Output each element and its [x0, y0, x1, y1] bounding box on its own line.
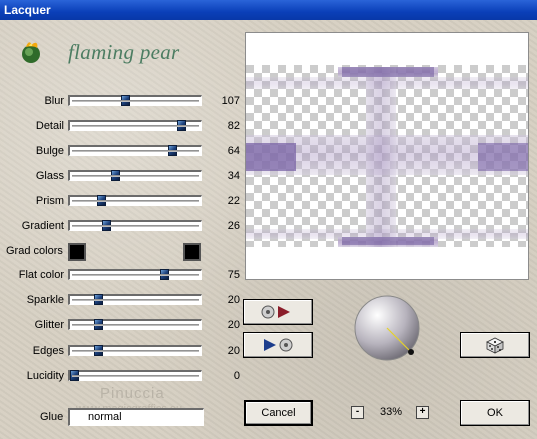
gradient-slider-thumb[interactable]: [101, 220, 111, 231]
brand-name: flaming pear: [68, 40, 180, 64]
randomize-button[interactable]: [460, 332, 530, 358]
prism-slider[interactable]: [68, 195, 202, 206]
arrow-disk-icon: [264, 338, 293, 352]
detail-label: Detail: [35, 120, 64, 132]
glitter-value: 20: [227, 319, 240, 331]
glass-slider[interactable]: [68, 170, 202, 181]
edges-slider[interactable]: [68, 345, 202, 356]
detail-value: 82: [227, 120, 240, 132]
slider-row-sparkle: Sparkle 20: [0, 293, 240, 309]
glass-slider-thumb[interactable]: [111, 170, 121, 181]
gradient-slider[interactable]: [68, 220, 202, 231]
grad-colors-row: Grad colors: [0, 243, 240, 261]
sparkle-label: Sparkle: [26, 294, 64, 306]
zoom-in-button[interactable]: +: [416, 406, 429, 419]
prism-value: 22: [227, 195, 240, 207]
prism-label: Prism: [35, 195, 64, 207]
prism-slider-thumb[interactable]: [96, 195, 106, 206]
edges-slider-thumb[interactable]: [94, 345, 104, 356]
flat-color-slider[interactable]: [68, 269, 202, 280]
gradient-label: Gradient: [21, 220, 64, 232]
glitter-label: Glitter: [34, 319, 64, 331]
cancel-button[interactable]: Cancel: [245, 401, 312, 425]
detail-slider-thumb[interactable]: [177, 120, 187, 131]
bulge-slider[interactable]: [68, 145, 202, 156]
zoom-level: 33%: [380, 406, 403, 418]
slider-row-bulge: Bulge 64: [0, 144, 240, 160]
glitter-slider-thumb[interactable]: [94, 319, 104, 330]
lucidity-slider[interactable]: [68, 370, 202, 381]
sparkle-slider[interactable]: [68, 294, 202, 305]
slider-row-lucidity: Lucidity 0: [0, 369, 240, 385]
glass-value: 34: [227, 170, 240, 182]
glass-label: Glass: [35, 170, 64, 182]
bulge-label: Bulge: [35, 145, 64, 157]
light-direction-trackball[interactable]: [353, 294, 421, 362]
slider-row-gradient: Gradient 26: [0, 219, 240, 235]
detail-slider[interactable]: [68, 120, 202, 131]
sparkle-value: 20: [227, 294, 240, 306]
slider-row-blur: Blur 107: [0, 94, 240, 110]
preview-pane[interactable]: [245, 32, 529, 280]
flat-color-value: 75: [227, 269, 240, 281]
slider-row-flat-color: Flat color 75: [0, 268, 240, 284]
slider-row-glass: Glass 34: [0, 169, 240, 185]
lucidity-label: Lucidity: [26, 370, 64, 382]
bulge-slider-thumb[interactable]: [167, 145, 177, 156]
copy-to-effect-button[interactable]: [243, 299, 313, 325]
slider-row-detail: Detail 82: [0, 119, 240, 135]
watermark-name: Pinuccia: [100, 385, 165, 402]
bulge-value: 64: [227, 145, 240, 157]
blur-value: 107: [221, 95, 240, 107]
glitter-slider[interactable]: [68, 319, 202, 330]
slider-row-glitter: Glitter 20: [0, 318, 240, 334]
ok-button[interactable]: OK: [460, 400, 530, 426]
sparkle-slider-thumb[interactable]: [94, 294, 104, 305]
glue-select[interactable]: normal: [68, 408, 204, 426]
flat-color-slider-thumb[interactable]: [160, 269, 170, 280]
flaming-pear-logo-icon: [18, 38, 46, 66]
dice-icon: [486, 337, 504, 354]
flat-color-label: Flat color: [18, 269, 64, 281]
blur-slider-thumb[interactable]: [121, 95, 131, 106]
lacquer-dialog: Lacquer flaming pear Blur 107 Detail 82 Bulg…: [0, 0, 537, 439]
edges-value: 20: [227, 345, 240, 357]
blur-slider[interactable]: [68, 95, 202, 106]
glue-label: Glue: [40, 411, 64, 423]
load-from-effect-button[interactable]: [243, 332, 313, 358]
gradient-value: 26: [227, 220, 240, 232]
disk-arrow-icon: [261, 305, 290, 319]
grad-color-2-swatch[interactable]: [183, 243, 201, 261]
grad-colors-label: Grad colors: [6, 245, 63, 257]
slider-row-edges: Edges 20: [0, 344, 240, 360]
lucidity-slider-thumb[interactable]: [70, 370, 79, 381]
lucidity-value: 0: [233, 370, 240, 382]
slider-row-prism: Prism 22: [0, 194, 240, 210]
window-title: Lacquer: [0, 0, 537, 20]
grad-color-1-swatch[interactable]: [68, 243, 86, 261]
zoom-out-button[interactable]: -: [351, 406, 364, 419]
edges-label: Edges: [32, 345, 64, 357]
blur-label: Blur: [44, 95, 64, 107]
